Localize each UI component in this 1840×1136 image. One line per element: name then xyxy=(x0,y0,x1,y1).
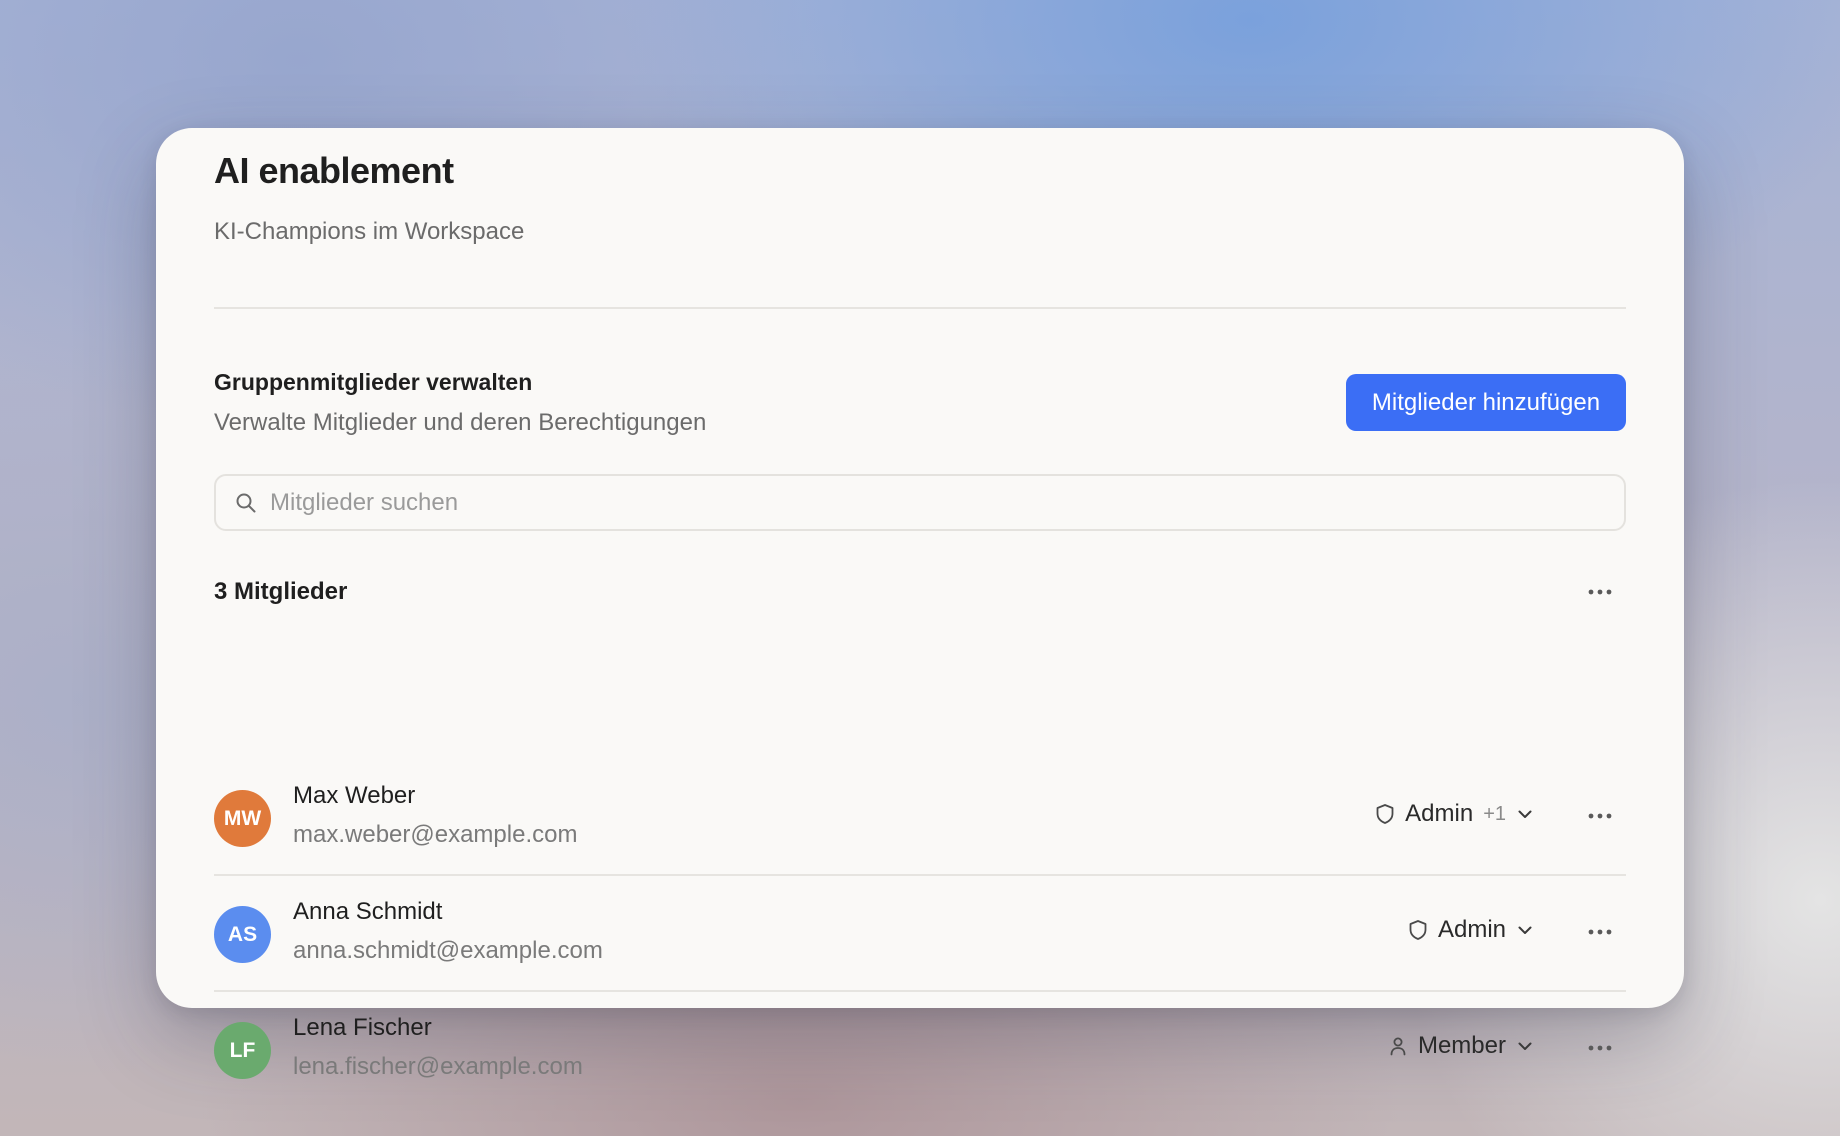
row-more-button[interactable] xyxy=(1582,798,1618,834)
shield-icon xyxy=(1406,918,1430,942)
page-title: AI enablement xyxy=(214,150,454,191)
more-horizontal-icon xyxy=(1588,813,1612,819)
role-dropdown[interactable]: Admin +1 xyxy=(1373,800,1534,828)
row-more-button[interactable] xyxy=(1582,914,1618,950)
group-card: AI enablement KI-Champions im Workspace … xyxy=(156,128,1684,1080)
member-row[interactable]: MW Max Weber max.weber@example.com Admin… xyxy=(214,760,1626,876)
header-divider xyxy=(214,307,1626,309)
role-dropdown[interactable]: Admin xyxy=(1406,916,1534,944)
more-horizontal-icon xyxy=(1588,929,1612,935)
more-horizontal-icon xyxy=(1588,589,1612,595)
page-subtitle: KI-Champions im Workspace xyxy=(214,218,525,245)
section-title: Gruppenmitglieder verwalten xyxy=(214,369,533,395)
card-content: AI enablement KI-Champions im Workspace … xyxy=(214,128,1626,1080)
row-more-button[interactable] xyxy=(1582,1030,1618,1066)
member-name: Anna Schmidt xyxy=(293,898,443,925)
member-email: lena.fischer@example.com xyxy=(293,1053,583,1080)
user-icon xyxy=(1386,1034,1410,1058)
avatar: MW xyxy=(214,790,271,847)
shield-icon xyxy=(1373,802,1397,826)
add-members-button[interactable]: Mitglieder hinzufügen xyxy=(1346,374,1626,431)
avatar: LF xyxy=(214,1022,271,1079)
member-email: max.weber@example.com xyxy=(293,821,578,848)
role-label: Member xyxy=(1417,1032,1506,1059)
member-name: Max Weber xyxy=(293,782,416,809)
search-icon xyxy=(234,491,258,515)
section-description: Verwalte Mitglieder und deren Berechtigu… xyxy=(214,409,707,436)
chevron-down-icon xyxy=(1516,921,1534,939)
search-input[interactable] xyxy=(270,488,1624,517)
list-more-button[interactable] xyxy=(1582,574,1618,610)
chevron-down-icon xyxy=(1516,805,1534,823)
more-horizontal-icon xyxy=(1588,1045,1612,1051)
role-label: Admin xyxy=(1437,916,1506,943)
role-label: Admin xyxy=(1405,800,1474,827)
avatar: AS xyxy=(214,906,271,963)
role-dropdown[interactable]: Member xyxy=(1386,1032,1534,1060)
member-count: 3 Mitglieder xyxy=(214,578,348,605)
chevron-down-icon xyxy=(1516,1037,1534,1055)
search-box[interactable] xyxy=(214,474,1626,531)
member-row[interactable]: LF Lena Fischer lena.fischer@example.com… xyxy=(214,992,1626,1108)
member-row[interactable]: AS Anna Schmidt anna.schmidt@example.com… xyxy=(214,876,1626,992)
role-extra-count: +1 xyxy=(1483,802,1506,825)
member-email: anna.schmidt@example.com xyxy=(293,937,603,964)
member-name: Lena Fischer xyxy=(293,1014,432,1041)
